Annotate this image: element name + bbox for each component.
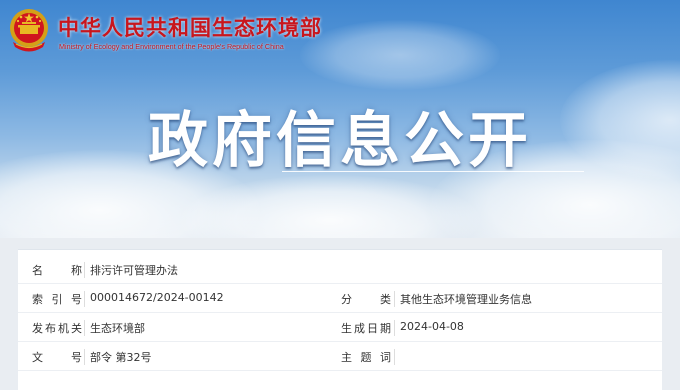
ministry-name-cn[interactable]: 中华人民共和国生态环境部 [58,12,322,42]
date-value: 2024-04-08 [400,320,464,333]
info-row-docno: 文 号 部令 第32号 主题词 [18,343,662,371]
header-banner: 中华人民共和国生态环境部 Ministry of Ecology and Env… [0,0,680,238]
cloud-decoration [300,20,500,90]
category-label: 分 类 [341,293,391,306]
docno-label: 文 号 [32,351,82,364]
national-emblem-icon[interactable] [7,6,51,56]
info-row-name: 名 称 排污许可管理办法 [18,256,662,284]
column-divider [394,320,395,336]
info-row-index: 索引号 000014672/2024-00142 分 类 其他生态环境管理业务信… [18,285,662,313]
banner-title: 政府信息公开 [148,106,532,176]
column-divider [84,349,85,365]
column-divider [394,291,395,307]
keywords-label: 主题词 [341,351,391,364]
name-label: 名 称 [32,264,82,277]
date-label: 生成日期 [341,322,391,335]
info-row-issuer: 发布机关 生态环境部 生成日期 2024-04-08 [18,314,662,342]
column-divider [84,291,85,307]
column-divider [84,262,85,278]
issuer-label: 发布机关 [32,322,82,335]
index-label: 索引号 [32,293,82,306]
banner-divider [282,171,584,172]
document-info-table: 名 称 排污许可管理办法 索引号 000014672/2024-00142 分 … [18,249,662,390]
name-value: 排污许可管理办法 [90,264,178,277]
issuer-value: 生态环境部 [90,322,145,335]
column-divider [394,349,395,365]
index-value: 000014672/2024-00142 [90,291,224,304]
category-value: 其他生态环境管理业务信息 [400,293,532,306]
ministry-name-en[interactable]: Ministry of Ecology and Environment of t… [59,42,284,51]
docno-value: 部令 第32号 [90,351,152,364]
column-divider [84,320,85,336]
